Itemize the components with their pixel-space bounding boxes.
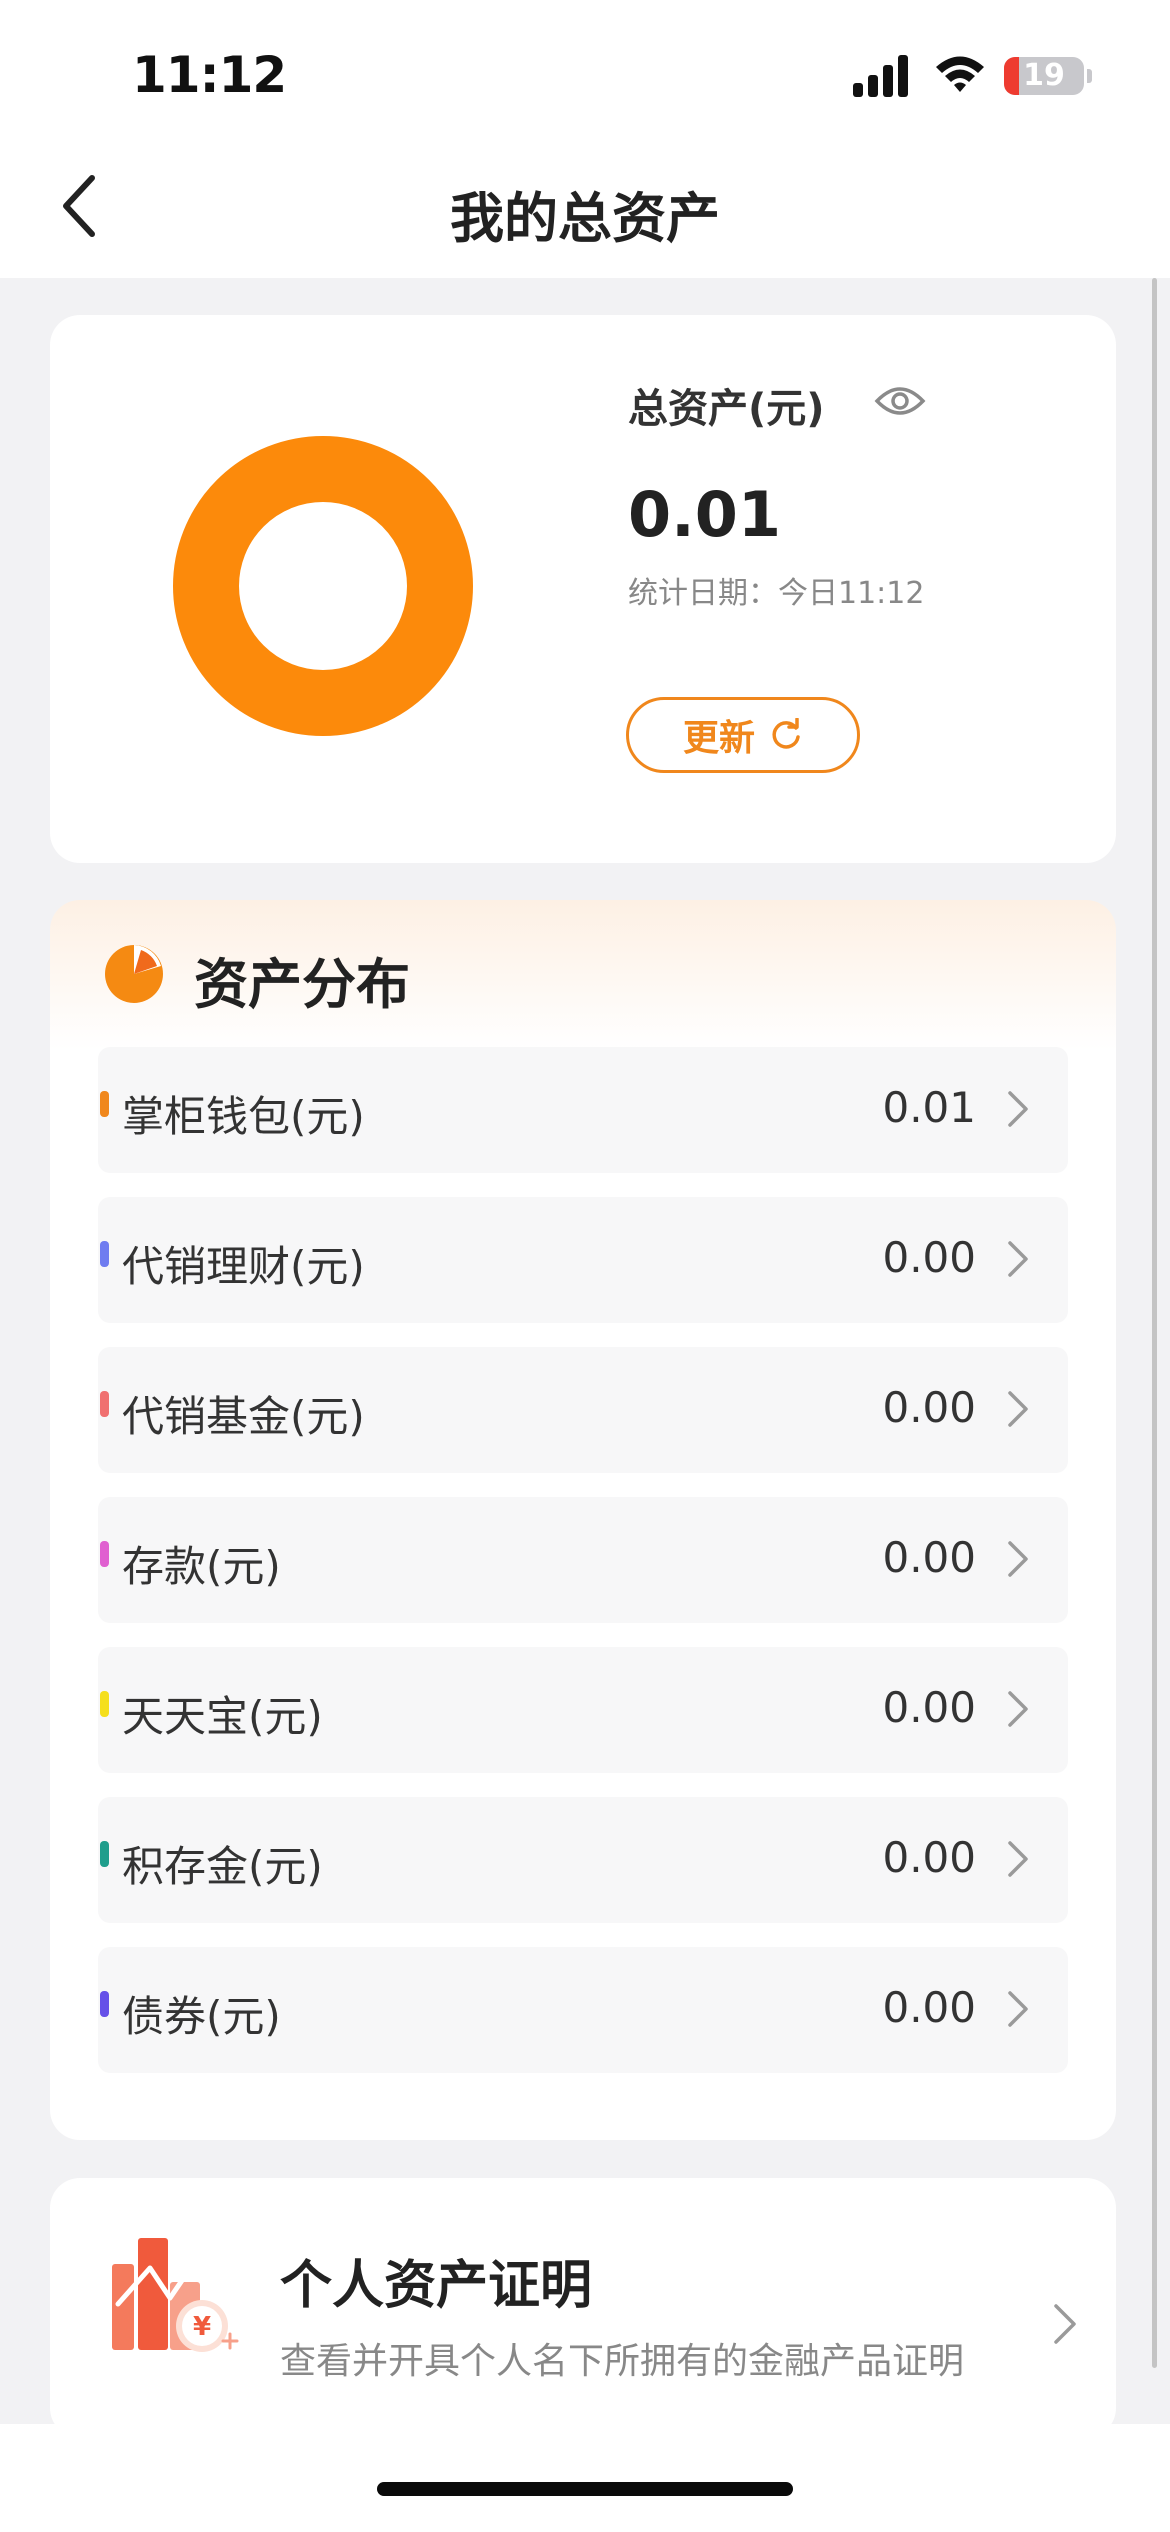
cellular-signal-icon [853, 55, 908, 97]
chevron-right-icon [1008, 1691, 1028, 1727]
battery-tip [1087, 69, 1092, 83]
legend-color-marker [100, 1691, 109, 1717]
update-button[interactable]: 更新 [626, 697, 860, 773]
asset-row-value: 0.00 [882, 1683, 976, 1732]
asset-row-gold-accumulation[interactable]: 积存金(元) 0.00 [98, 1797, 1068, 1923]
battery-percent: 19 [1023, 58, 1065, 93]
chevron-right-icon [1008, 1841, 1028, 1877]
total-assets-label: 总资产(元) [628, 386, 825, 432]
asset-row-label: 积存金(元) [122, 1842, 323, 1891]
refresh-icon [772, 718, 800, 749]
legend-color-marker [100, 1541, 109, 1567]
asset-donut-chart [173, 436, 473, 736]
legend-color-marker [100, 1091, 109, 1117]
asset-row-label: 掌柜钱包(元) [122, 1092, 365, 1141]
chevron-right-icon [1008, 1991, 1028, 2027]
asset-row-value: 0.01 [882, 1083, 976, 1132]
asset-row-label: 代销理财(元) [122, 1242, 365, 1291]
statistics-date: 统计日期：今日11:12 [628, 576, 925, 611]
asset-row-value: 0.00 [882, 1383, 976, 1432]
scrollbar[interactable] [1152, 278, 1157, 2368]
asset-row-bond[interactable]: 债券(元) 0.00 [98, 1947, 1068, 2073]
chevron-right-icon [1008, 1541, 1028, 1577]
asset-row-deposit[interactable]: 存款(元) 0.00 [98, 1497, 1068, 1623]
chevron-right-icon [1008, 1391, 1028, 1427]
asset-distribution-title: 资产分布 [194, 953, 410, 1016]
page-title: 我的总资产 [450, 187, 720, 250]
battery-icon: 19 [1004, 57, 1084, 95]
asset-certificate-icon: ¥ [112, 2238, 239, 2352]
chevron-right-icon [1008, 1091, 1028, 1127]
legend-color-marker [100, 1241, 109, 1267]
asset-row-value: 0.00 [882, 1983, 976, 2032]
legend-color-marker [100, 1391, 109, 1417]
home-indicator-area [0, 2424, 1170, 2532]
asset-certificate-title: 个人资产证明 [280, 2256, 593, 2316]
asset-row-zhanggui-wallet[interactable]: 掌柜钱包(元) 0.01 [98, 1047, 1068, 1173]
status-time: 11:12 [132, 46, 287, 104]
chevron-right-icon [1008, 1241, 1028, 1277]
asset-row-agency-fund[interactable]: 代销基金(元) 0.00 [98, 1347, 1068, 1473]
asset-row-value: 0.00 [882, 1533, 976, 1582]
legend-color-marker [100, 1991, 109, 2017]
asset-row-value: 0.00 [882, 1833, 976, 1882]
navigation-bar: 我的总资产 [0, 140, 1170, 278]
chevron-right-icon [1054, 2304, 1076, 2344]
asset-row-value: 0.00 [882, 1233, 976, 1282]
asset-row-label: 债券(元) [122, 1992, 281, 2041]
asset-row-agency-wealth[interactable]: 代销理财(元) 0.00 [98, 1197, 1068, 1323]
asset-certificate-subtitle: 查看并开具个人名下所拥有的金融产品证明 [280, 2341, 965, 2382]
total-assets-value: 0.01 [628, 478, 781, 551]
currency-symbol: ¥ [193, 2312, 211, 2342]
update-button-label: 更新 [682, 718, 755, 759]
asset-row-tiantianbao[interactable]: 天天宝(元) 0.00 [98, 1647, 1068, 1773]
home-indicator[interactable] [377, 2482, 793, 2496]
pie-chart-icon [105, 945, 163, 1003]
asset-row-label: 存款(元) [122, 1542, 281, 1591]
wifi-icon [936, 56, 984, 92]
legend-color-marker [100, 1841, 109, 1867]
eye-icon[interactable] [874, 381, 926, 421]
asset-row-label: 代销基金(元) [122, 1392, 365, 1441]
asset-row-label: 天天宝(元) [122, 1692, 323, 1741]
